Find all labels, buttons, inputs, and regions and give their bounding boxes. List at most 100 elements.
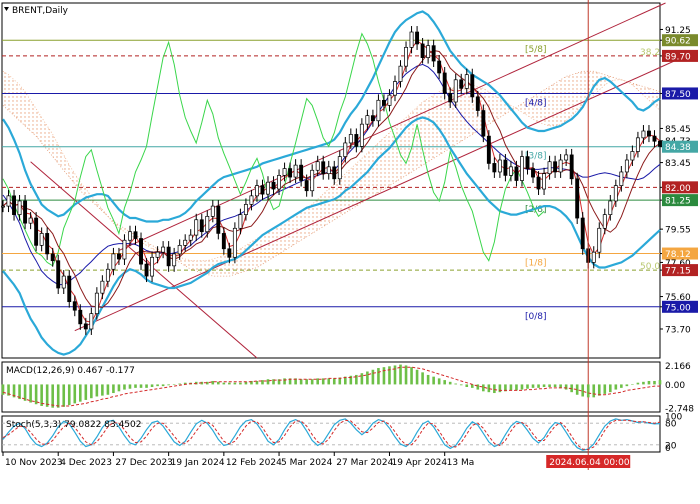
candle-body xyxy=(72,301,77,311)
candle-body xyxy=(420,43,425,58)
candle-body xyxy=(553,161,558,173)
candle-body xyxy=(520,156,524,181)
price-label-13: 77.15 xyxy=(665,267,691,277)
candle-body xyxy=(45,233,50,255)
candle-body xyxy=(370,115,375,122)
macd-bar xyxy=(299,379,303,385)
macd-bar xyxy=(631,384,634,385)
x-tick-label-7: 19 Apr 2024 xyxy=(391,458,447,468)
macd-bar xyxy=(29,384,32,403)
candle-body xyxy=(304,180,309,192)
macd-bar xyxy=(448,381,452,385)
x-tick-label-2: 27 Dec 2023 xyxy=(115,458,173,468)
candle-body xyxy=(94,292,99,314)
chart-root: [5/8] [4/8] [3/8] [2/8] [1/8] [0/8] 38.2 50.0 BR… xyxy=(0,0,700,500)
macd-bar xyxy=(56,384,60,408)
macd-bar xyxy=(581,384,585,397)
candle-body xyxy=(321,161,326,175)
x-tick-label-8: 13 Ma xyxy=(447,458,475,468)
candle-body xyxy=(122,239,127,260)
candle-body xyxy=(6,195,11,207)
candle-body xyxy=(266,181,270,195)
macd-bar xyxy=(647,380,651,385)
candle-body xyxy=(652,135,657,142)
candle-body xyxy=(536,176,541,190)
stoch-title: Stoch(5,3,3) 79.0822 83.4502 xyxy=(6,420,141,430)
candle-body xyxy=(475,96,480,111)
candle-body xyxy=(525,156,530,169)
price-tick-label-10: 79.55 xyxy=(665,226,691,236)
macd-bar xyxy=(459,384,463,386)
candle-body xyxy=(613,185,618,202)
price-label-8: 82.00 xyxy=(665,184,691,194)
macd-bar xyxy=(609,384,612,393)
macd-bar xyxy=(526,384,529,389)
macd-bar xyxy=(51,384,54,408)
candle-body xyxy=(359,123,364,147)
macd-bar xyxy=(1,384,5,395)
candle-body xyxy=(564,154,569,161)
x-tick-label-0: 10 Nov 2023 xyxy=(5,458,63,468)
candle-body xyxy=(199,219,204,233)
candle-body xyxy=(624,159,629,173)
candle-body xyxy=(216,205,221,234)
candle-body xyxy=(17,200,22,215)
candle-body xyxy=(608,200,613,215)
candle-body xyxy=(288,168,293,178)
macd-bar xyxy=(642,381,645,385)
murrey-label-0: [5/8] xyxy=(525,45,547,55)
candle-body xyxy=(387,94,392,106)
macd-bar xyxy=(553,384,557,387)
price-label-9: 81.25 xyxy=(665,197,691,207)
candle-body xyxy=(221,233,226,250)
candle-body xyxy=(227,248,232,258)
macd-bar xyxy=(327,378,331,385)
candle-body xyxy=(183,239,188,246)
macd-bar xyxy=(592,384,596,398)
macd-bar xyxy=(90,384,93,399)
x-tick-label-5: 5 Mar 2024 xyxy=(281,458,333,468)
macd-bar xyxy=(470,384,474,388)
macd-bar xyxy=(454,383,458,385)
candle-body xyxy=(337,156,342,180)
candle-body xyxy=(647,130,651,137)
macd-bar xyxy=(487,384,491,393)
candle-body xyxy=(155,251,160,258)
candle-body xyxy=(453,79,458,103)
macd-bar xyxy=(658,380,662,385)
macd-tick-1: 0.00 xyxy=(665,381,685,391)
candle-body xyxy=(597,227,602,253)
candle-body xyxy=(116,253,121,260)
macd-bar xyxy=(559,384,562,388)
macd-bar xyxy=(515,384,518,391)
macd-bar xyxy=(614,384,618,390)
price-label-1: 90.62 xyxy=(665,37,691,47)
candle-body xyxy=(602,214,607,229)
candle-body xyxy=(542,173,547,190)
candle-body xyxy=(492,163,497,173)
macd-bar xyxy=(388,366,391,385)
candle-body xyxy=(332,166,337,180)
price-tick-label-4: 85.45 xyxy=(665,125,691,135)
macd-bar xyxy=(161,384,165,387)
macd-bar xyxy=(482,384,485,392)
candle-body xyxy=(415,31,420,45)
candle-body xyxy=(100,280,105,294)
macd-bar xyxy=(310,379,314,385)
candle-body xyxy=(238,214,243,229)
candle-body xyxy=(547,161,552,175)
candle-body xyxy=(481,110,486,137)
candle-body xyxy=(354,134,359,147)
stoch-tick-3: 0 xyxy=(665,444,671,454)
macd-bar xyxy=(233,382,237,385)
candle-body xyxy=(404,47,408,67)
candle-body xyxy=(277,175,282,190)
candle-body xyxy=(105,268,110,282)
candle-body xyxy=(343,142,348,157)
candle-body xyxy=(89,313,94,330)
candle-body xyxy=(409,31,414,48)
candle-body xyxy=(470,74,475,98)
chart-title: BRENT,Daily xyxy=(12,6,69,16)
x-tick-label-3: 19 Jan 2024 xyxy=(171,458,225,468)
macd-bar xyxy=(432,376,435,385)
